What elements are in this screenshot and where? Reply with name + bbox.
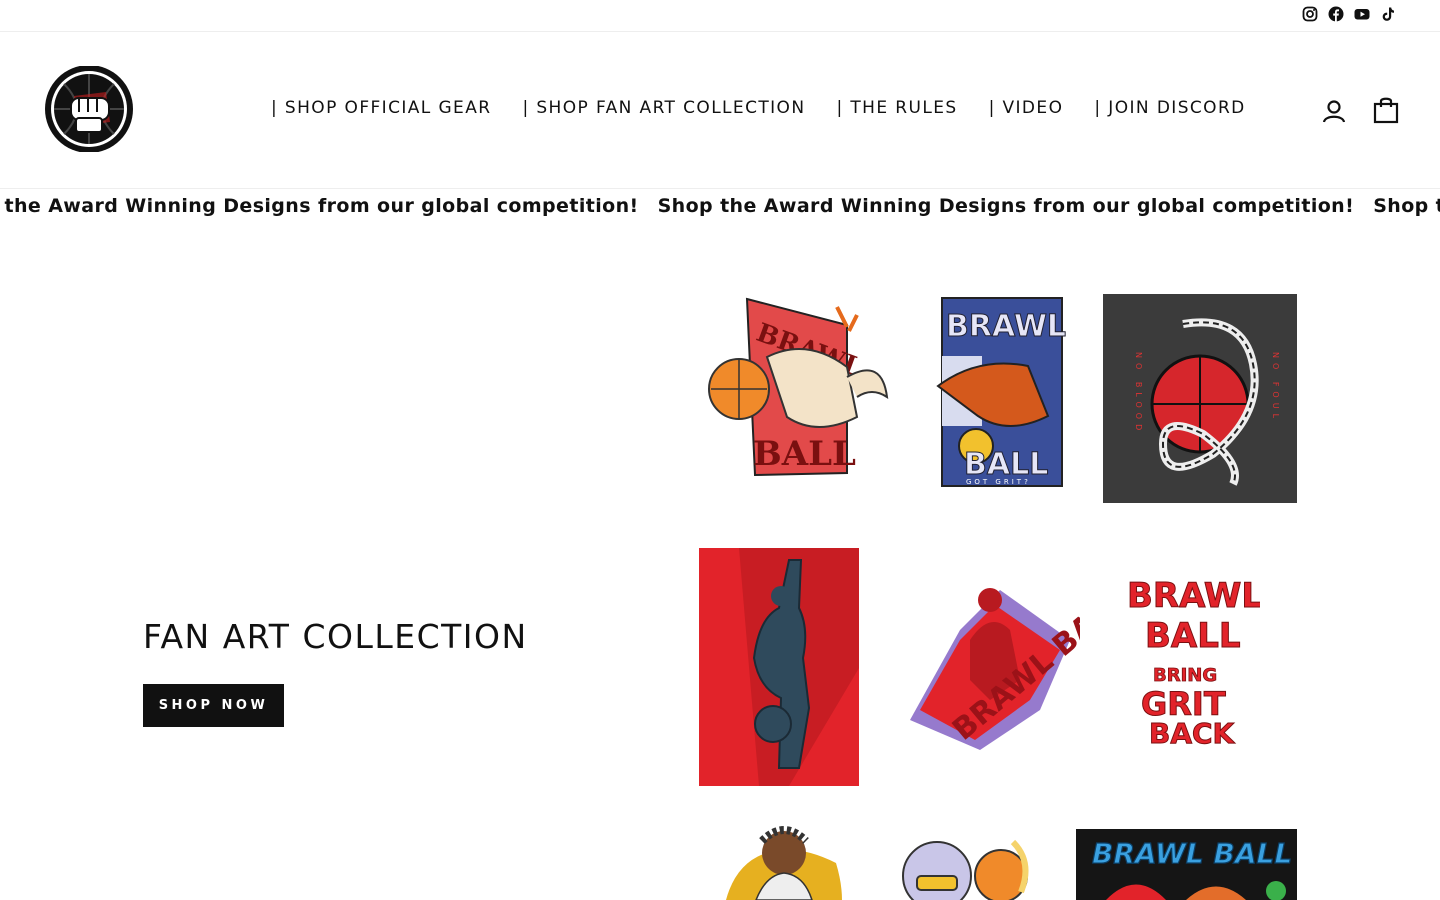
graffiti-art-text: BRAWL BALL [1092,837,1292,870]
tiger-art-title: BRAWL [946,309,1066,344]
user-icon[interactable] [1321,98,1347,124]
nav-video[interactable]: | VIDEO [989,98,1064,118]
tiktok-icon[interactable] [1380,6,1396,22]
brawl-ball-bring-grit-back-art[interactable]: BRAWL BALL BRING GRIT BACK [1125,573,1261,751]
announcement-text[interactable]: Shop the Award Winning Designs from our … [658,195,1355,217]
nav-the-rules[interactable]: | THE RULES [836,98,957,118]
grit-art-subtitle: BALL [1145,616,1241,656]
brawl-ball-graffiti-art[interactable]: BRAWL BALL [1076,829,1297,900]
fist-basketball-logo[interactable] [44,65,136,153]
announcement-text[interactable]: Shop the Award Winning Designs from our … [0,195,639,217]
bag-icon[interactable] [1373,96,1399,124]
facebook-icon[interactable] [1328,6,1344,22]
instagram-icon[interactable] [1302,6,1318,22]
announcement-marquee: Shop the Award Winning Designs from our … [0,189,1440,229]
hero-title: FAN ART COLLECTION [143,617,528,656]
red-player-dunk-art[interactable] [699,548,859,786]
brawl-ball-tiger-art[interactable]: BRAWL BALL GOT GRIT? [918,296,1073,489]
youtube-icon[interactable] [1354,6,1370,22]
top-bar [0,0,1440,32]
grit-art-line1: BRING [1153,665,1217,686]
tiger-art-tagline: GOT GRIT? [966,478,1031,486]
player-portrait-art[interactable] [726,823,842,900]
cartoon-ball-character-art[interactable] [893,832,1039,900]
dog-art-subtitle: BALL [753,434,856,474]
brawl-ball-dog-art[interactable]: BRAWL BALL [697,297,893,479]
announcement-track: Shop the Award Winning Designs from our … [0,195,1440,217]
nav-shop-official-gear[interactable]: | SHOP OFFICIAL GEAR [271,98,491,118]
nav-join-discord[interactable]: | JOIN DISCORD [1094,98,1245,118]
grit-art-line3: BACK [1149,717,1236,750]
nav-shop-fan-art-collection[interactable]: | SHOP FAN ART COLLECTION [522,98,805,118]
main-nav: | SHOP OFFICIAL GEAR | SHOP FAN ART COLL… [271,98,1246,118]
shop-now-button[interactable]: SHOP NOW [143,684,284,727]
social-links [1302,6,1396,22]
site-header: | SHOP OFFICIAL GEAR | SHOP FAN ART COLL… [0,32,1440,189]
announcement-text[interactable]: Shop the Award Winning Designs from our … [1373,195,1440,217]
grit-art-title: BRAWL [1127,576,1260,616]
brawl-ball-jumper-art[interactable]: BRAWL BALL [900,570,1080,752]
snake-art-right-text: NO FOUL [1271,352,1280,423]
tiger-art-subtitle: BALL [964,447,1048,482]
no-blood-no-foul-snake-art[interactable]: NO BLOOD NO FOUL [1103,294,1297,503]
snake-art-left-text: NO BLOOD [1134,352,1143,435]
